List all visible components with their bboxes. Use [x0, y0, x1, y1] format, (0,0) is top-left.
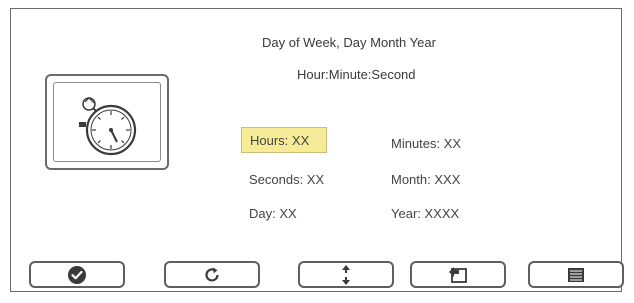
stopwatch-panel — [45, 74, 169, 170]
stopwatch-icon — [79, 97, 137, 156]
date-format-label: Day of Week, Day Month Year — [262, 35, 436, 50]
menu-list-icon — [568, 267, 584, 282]
month-field[interactable]: Month: XXX — [383, 167, 468, 193]
return-icon — [449, 266, 467, 283]
day-field[interactable]: Day: XX — [241, 201, 305, 227]
confirm-button[interactable] — [29, 261, 125, 288]
time-format-label: Hour:Minute:Second — [297, 67, 416, 82]
return-button[interactable] — [410, 261, 506, 288]
hours-field[interactable]: Hours: XX — [241, 127, 327, 153]
year-field[interactable]: Year: XXXX — [383, 201, 467, 227]
up-down-button[interactable] — [298, 261, 394, 288]
up-down-arrows-icon — [342, 264, 350, 285]
seconds-field[interactable]: Seconds: XX — [241, 167, 332, 193]
refresh-button[interactable] — [164, 261, 260, 288]
minutes-field[interactable]: Minutes: XX — [383, 131, 469, 157]
menu-button[interactable] — [528, 261, 624, 288]
refresh-icon — [205, 267, 219, 281]
checkmark-icon — [68, 265, 86, 284]
